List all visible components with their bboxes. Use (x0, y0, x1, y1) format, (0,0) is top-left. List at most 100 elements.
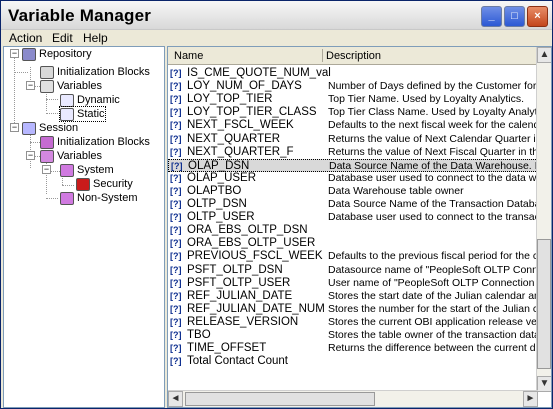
tree-security[interactable]: Security (76, 177, 133, 191)
tree-label: Variables (57, 80, 103, 92)
table-row[interactable]: [?] TBO Stores the table owner of the tran… (168, 329, 538, 342)
variable-name: RELEASE_VERSION (187, 315, 299, 328)
table-row[interactable]: [?] Total Contact Count (168, 355, 538, 368)
table-row[interactable]: [?] OLTP_USER Database user used to connec… (168, 211, 538, 224)
vertical-scrollbar[interactable]: ▲ ▼ (536, 47, 551, 392)
tree-variables-session[interactable]: Variables (40, 149, 102, 163)
table-row[interactable]: [?] OLAP_USER Database user used to connec… (168, 172, 538, 185)
variable-name: REF_JULIAN_DATE_NUM (187, 302, 325, 315)
scroll-up-button[interactable]: ▲ (537, 47, 551, 63)
tree-system[interactable]: System (60, 163, 114, 177)
variable-name: LOY_NUM_OF_DAYS (187, 80, 302, 93)
session-icon (22, 121, 36, 135)
title-bar[interactable]: Variable Manager _ □ × (1, 1, 552, 30)
variable-icon: [?] (170, 185, 182, 196)
table-row[interactable]: [?] LOY_TOP_TIER_CLASS Top Tier Class Name… (168, 106, 538, 119)
variable-icon: [?] (170, 264, 182, 275)
variable-name: NEXT_QUARTER_F (187, 145, 294, 158)
table-row[interactable]: [?] TIME_OFFSET Returns the difference bet… (168, 342, 538, 355)
menu-edit[interactable]: Edit (52, 31, 73, 45)
table-row[interactable]: [?] REF_JULIAN_DATE Stores the start date … (168, 290, 538, 303)
variable-icon: [?] (170, 199, 182, 209)
table-row[interactable]: [?] ORA_EBS_OLTP_DSN (168, 224, 538, 237)
scroll-down-button[interactable]: ▼ (537, 376, 551, 392)
init-blocks-icon (40, 135, 54, 149)
scroll-right-button[interactable]: ► (523, 391, 538, 407)
tree-static[interactable]: Static (59, 106, 106, 122)
minimize-button[interactable]: _ (481, 6, 502, 27)
expand-session[interactable]: − (10, 123, 19, 132)
variable-name: ORA_EBS_OLTP_USER (187, 237, 316, 250)
expand-system[interactable]: − (42, 165, 51, 174)
variable-name: PREVIOUS_FSCL_WEEK (187, 250, 323, 263)
table-row[interactable]: [?] IS_CME_QUOTE_NUM_val (168, 67, 538, 80)
table-row[interactable]: [?] OLAP_DSN Data Source Name of the Data … (168, 158, 539, 172)
table-row[interactable]: [?] NEXT_QUARTER Returns the value of Next… (168, 133, 538, 146)
table-row[interactable]: [?] LOY_TOP_TIER Top Tier Name. Used by Lo… (168, 93, 538, 106)
variable-name: OLTP_USER (187, 211, 255, 224)
variable-name: OLAPTBO (187, 184, 242, 197)
variable-name: TBO (187, 329, 211, 341)
vertical-scroll-thumb[interactable] (537, 239, 551, 369)
variable-description: Stores the number for the start of the J… (328, 302, 538, 315)
column-divider[interactable] (322, 49, 323, 62)
variable-icon: [?] (170, 133, 182, 144)
tree-dynamic[interactable]: Dynamic (60, 93, 120, 107)
column-description-header[interactable]: Description (326, 50, 381, 62)
table-row[interactable]: [?] REF_JULIAN_DATE_NUM Stores the number … (168, 303, 538, 316)
variable-description: Top Tier Name. Used by Loyalty Analytics… (328, 93, 525, 106)
variable-name: LOY_TOP_TIER (187, 93, 273, 106)
tree-pane[interactable]: − Repository Initialization Blocks − Var… (3, 46, 165, 408)
variable-description: Defaults to the previous fiscal period f… (328, 250, 538, 263)
init-blocks-icon (40, 65, 54, 79)
table-row[interactable]: [?] NEXT_FSCL_WEEK Defaults to the next fi… (168, 119, 538, 132)
variable-description: Database user used to connect to the tra… (328, 211, 538, 224)
variable-name: LOY_TOP_TIER_CLASS (187, 106, 317, 119)
variable-icon: [?] (170, 343, 182, 354)
expand-variables-session[interactable]: − (26, 151, 35, 160)
tree-session[interactable]: Session (22, 121, 78, 135)
variable-icon: [?] (171, 160, 183, 171)
variable-icon: [?] (170, 94, 182, 105)
expand-variables-repo[interactable]: − (26, 81, 35, 90)
table-row[interactable]: [?] PSFT_OLTP_USER User name of "PeopleSof… (168, 277, 538, 290)
variables-list-pane[interactable]: Name Description [?] IS_CME_QUOTE_NUM_val… (167, 46, 552, 408)
variable-icon: [?] (170, 356, 182, 367)
maximize-button[interactable]: □ (504, 6, 525, 27)
menu-bar: Action Edit Help (1, 30, 552, 46)
table-row[interactable]: [?] NEXT_QUARTER_F Returns the value of Ne… (168, 146, 538, 159)
tree-label: Non-System (77, 192, 138, 204)
variable-name: OLAP_DSN (188, 159, 250, 172)
table-row[interactable]: [?] PREVIOUS_FSCL_WEEK Defaults to the pre… (168, 250, 538, 263)
table-row[interactable]: [?] ORA_EBS_OLTP_USER (168, 237, 538, 250)
column-name-header[interactable]: Name (174, 50, 203, 62)
horizontal-scrollbar[interactable]: ◄ ► (168, 390, 538, 407)
variable-icon: [?] (170, 277, 182, 288)
table-row[interactable]: [?] PSFT_OLTP_DSN Datasource name of "Peop… (168, 264, 538, 277)
table-row[interactable]: [?] LOY_NUM_OF_DAYS Number of Days defined… (168, 80, 538, 93)
scroll-left-button[interactable]: ◄ (168, 391, 183, 407)
tree-non-system[interactable]: Non-System (60, 191, 138, 205)
variable-description: Defaults to the next fiscal week for the… (328, 119, 538, 132)
tree-init-blocks-session[interactable]: Initialization Blocks (40, 135, 150, 149)
table-row[interactable]: [?] OLTP_DSN Data Source Name of the Trans… (168, 198, 538, 211)
variable-name: OLTP_DSN (187, 198, 247, 210)
menu-help[interactable]: Help (83, 31, 108, 45)
tree-variables-repo[interactable]: Variables (40, 79, 102, 93)
variable-icon: [?] (170, 212, 182, 223)
menu-action[interactable]: Action (9, 31, 42, 45)
close-button[interactable]: × (527, 6, 548, 27)
tree-init-blocks-repo[interactable]: Initialization Blocks (40, 65, 150, 79)
table-row[interactable]: [?] RELEASE_VERSION Stores the current OBI… (168, 316, 538, 329)
horizontal-scroll-thumb[interactable] (185, 392, 375, 406)
variables-icon (40, 79, 54, 93)
table-row[interactable]: [?] OLAPTBO Data Warehouse table owner (168, 185, 538, 198)
system-variable-icon (60, 163, 74, 177)
variable-icon: [?] (170, 290, 182, 301)
variable-name: Total Contact Count (187, 355, 289, 368)
tree-repository[interactable]: Repository (22, 47, 92, 61)
variable-name: PSFT_OLTP_DSN (187, 263, 283, 276)
expand-repository[interactable]: − (10, 49, 19, 58)
tree-label: Initialization Blocks (57, 136, 150, 148)
variable-icon: [?] (170, 330, 182, 340)
